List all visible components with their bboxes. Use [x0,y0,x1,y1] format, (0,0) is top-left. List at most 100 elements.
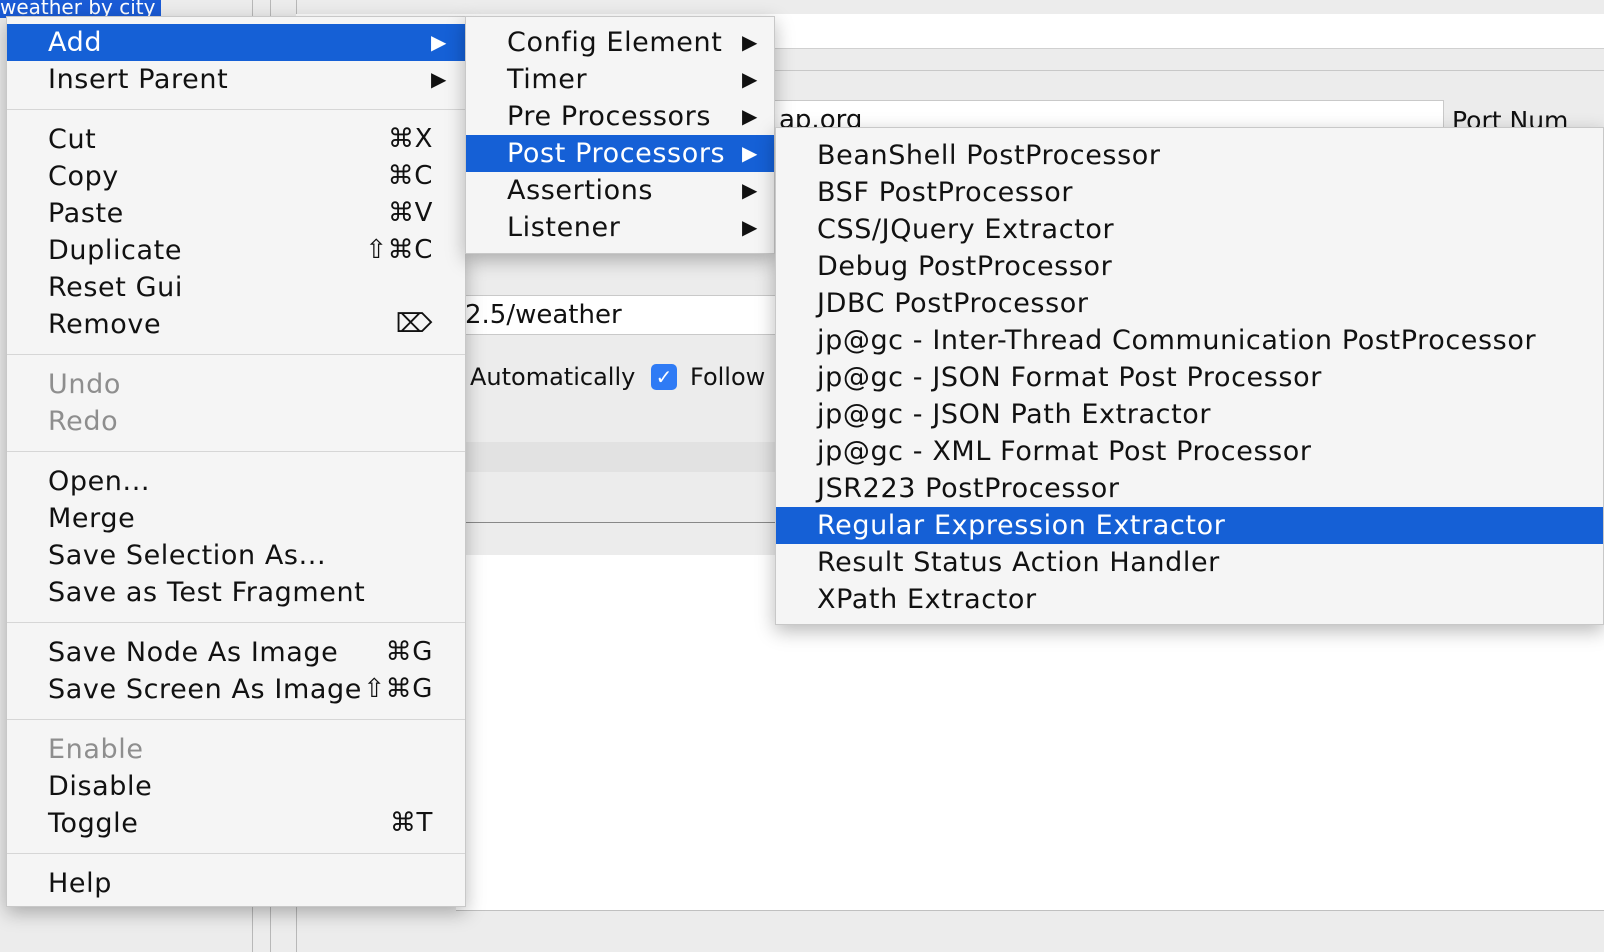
menu-item-label: Reset Gui [48,272,183,303]
menu-item-save-as-test-fragment[interactable]: Save as Test Fragment [7,574,465,611]
menu-item-label: Debug PostProcessor [817,251,1113,282]
post-item-bsf-postprocessor[interactable]: BSF PostProcessor [776,174,1603,211]
menu-item-copy[interactable]: Copy ⌘C [7,158,465,195]
menu-item-label: Cut [48,124,97,155]
menu-item-disable[interactable]: Disable [7,768,465,805]
submenu-arrow-icon: ▶ [431,30,447,54]
menu-item-duplicate[interactable]: Duplicate ⇧⌘C [7,232,465,269]
menu-item-label: Assertions [507,175,654,206]
post-item-xpath-extractor[interactable]: XPath Extractor [776,581,1603,618]
menu-item-toggle[interactable]: Toggle ⌘T [7,805,465,842]
post-item-jsr223-postprocessor[interactable]: JSR223 PostProcessor [776,470,1603,507]
add-item-assertions[interactable]: Assertions ▶ [466,172,774,209]
menu-item-label: Duplicate [48,235,183,266]
menu-item-help[interactable]: Help [7,865,465,902]
post-item-jp-gc-json-format-post-processor[interactable]: jp@gc - JSON Format Post Processor [776,359,1603,396]
menu-separator [7,853,465,854]
menu-item-label: Help [48,868,112,899]
post-item-jdbc-postprocessor[interactable]: JDBC PostProcessor [776,285,1603,322]
menu-item-enable: Enable [7,731,465,768]
menu-item-label: jp@gc - JSON Path Extractor [817,399,1212,430]
bottom-border [456,910,1604,911]
submenu-arrow-icon: ▶ [742,215,758,239]
post-item-beanshell-postprocessor[interactable]: BeanShell PostProcessor [776,137,1603,174]
menu-item-save-selection-as[interactable]: Save Selection As... [7,537,465,574]
post-item-jp-gc-xml-format-post-processor[interactable]: jp@gc - XML Format Post Processor [776,433,1603,470]
follow-redirects-checkbox[interactable]: ✓ [651,364,677,390]
add-item-pre-processors[interactable]: Pre Processors ▶ [466,98,774,135]
submenu-arrow-icon: ▶ [431,67,447,91]
submenu-arrow-icon: ▶ [742,30,758,54]
menu-item-shortcut: ⌘C [387,161,433,191]
menu-item-label: Enable [48,734,144,765]
path-value: 2.5/weather [465,300,622,330]
menu-item-label: Pre Processors [507,101,712,132]
post-item-debug-postprocessor[interactable]: Debug PostProcessor [776,248,1603,285]
post-item-jp-gc-json-path-extractor[interactable]: jp@gc - JSON Path Extractor [776,396,1603,433]
menu-item-label: jp@gc - Inter-Thread Communication PostP… [817,325,1537,356]
menu-item-open[interactable]: Open... [7,463,465,500]
menu-item-label: XPath Extractor [817,584,1037,615]
menu-item-merge[interactable]: Merge [7,500,465,537]
add-item-config-element[interactable]: Config Element ▶ [466,24,774,61]
menu-item-label: Add [48,27,103,58]
post-item-jp-gc-inter-thread-communication-postprocessor[interactable]: jp@gc - Inter-Thread Communication PostP… [776,322,1603,359]
menu-item-label: Disable [48,771,153,802]
menu-item-shortcut: ⌘V [388,198,433,228]
submenu-arrow-icon: ▶ [742,67,758,91]
tab-strip [456,442,786,472]
context-menu: Add ▶ Insert Parent ▶ Cut ⌘X Copy ⌘C Paste ⌘V Dupl… [6,16,466,907]
menu-item-label: Save Screen As Image [48,674,362,705]
menu-item-reset-gui[interactable]: Reset Gui [7,269,465,306]
menu-item-label: jp@gc - XML Format Post Processor [817,436,1312,467]
menu-separator [7,622,465,623]
menu-item-add[interactable]: Add ▶ [7,24,465,61]
menu-item-paste[interactable]: Paste ⌘V [7,195,465,232]
menu-separator [7,451,465,452]
add-submenu: Config Element ▶ Timer ▶ Pre Processors ▶ Post… [465,16,775,254]
menu-separator [7,719,465,720]
menu-item-label: jp@gc - JSON Format Post Processor [817,362,1322,393]
menu-item-label: Open... [48,466,151,497]
menu-item-label: Regular Expression Extractor [817,510,1226,541]
menu-item-label: Merge [48,503,136,534]
menu-item-label: Insert Parent [48,64,229,95]
path-field[interactable]: 2.5/weather [456,295,786,335]
menu-item-label: JSR223 PostProcessor [817,473,1120,504]
menu-item-shortcut: ⌦ [395,309,433,339]
submenu-arrow-icon: ▶ [742,141,758,165]
menu-item-label: Save Selection As... [48,540,327,571]
menu-item-label: BSF PostProcessor [817,177,1074,208]
menu-item-label: BeanShell PostProcessor [817,140,1161,171]
menu-item-remove[interactable]: Remove ⌦ [7,306,465,343]
add-item-timer[interactable]: Timer ▶ [466,61,774,98]
menu-separator [7,354,465,355]
post-item-result-status-action-handler[interactable]: Result Status Action Handler [776,544,1603,581]
menu-item-label: Toggle [48,808,139,839]
menu-item-shortcut: ⌘T [389,808,433,838]
menu-item-cut[interactable]: Cut ⌘X [7,121,465,158]
post-item-css-jquery-extractor[interactable]: CSS/JQuery Extractor [776,211,1603,248]
menu-item-save-node-as-image[interactable]: Save Node As Image ⌘G [7,634,465,671]
menu-item-insert-parent[interactable]: Insert Parent ▶ [7,61,465,98]
menu-separator [7,109,465,110]
redirect-automatically-label: Automatically [470,363,636,391]
menu-item-label: Remove [48,309,162,340]
menu-item-save-screen-as-image[interactable]: Save Screen As Image ⇧⌘G [7,671,465,708]
post-processors-submenu: BeanShell PostProcessor BSF PostProcessor… [775,127,1604,625]
post-item-regular-expression-extractor[interactable]: Regular Expression Extractor [776,507,1603,544]
menu-item-label: Paste [48,198,124,229]
menu-item-label: Copy [48,161,119,192]
menu-item-label: JDBC PostProcessor [817,288,1089,319]
table-border [456,522,786,523]
menu-item-label: Result Status Action Handler [817,547,1220,578]
menu-item-undo: Undo [7,366,465,403]
add-item-listener[interactable]: Listener ▶ [466,209,774,246]
menu-item-label: Save Node As Image [48,637,339,668]
menu-item-shortcut: ⌘G [385,637,433,667]
add-item-post-processors[interactable]: Post Processors ▶ [466,135,774,172]
menu-item-label: CSS/JQuery Extractor [817,214,1115,245]
menu-item-shortcut: ⇧⌘G [363,674,433,704]
menu-item-label: Undo [48,369,121,400]
menu-item-label: Listener [507,212,621,243]
